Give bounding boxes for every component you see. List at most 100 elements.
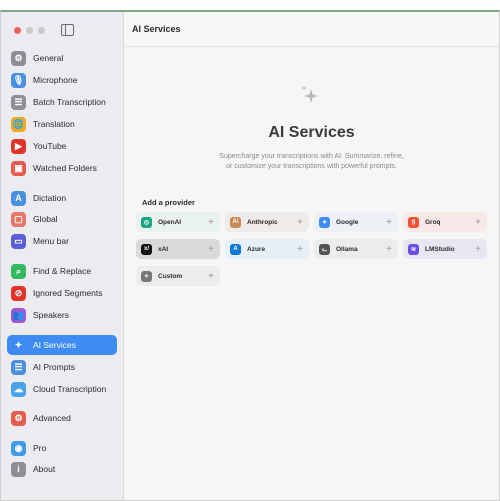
provider-label: Google bbox=[336, 218, 359, 226]
sidebar-item-dictation[interactable]: A Dictation bbox=[7, 188, 117, 208]
content-area: AI Services Supercharge your transcripti… bbox=[124, 47, 499, 500]
sidebar-item-about[interactable]: i About bbox=[7, 459, 117, 479]
gears-icon: ⚙ bbox=[11, 410, 26, 426]
sidebar-item-ai-services[interactable]: ✦ AI Services bbox=[7, 335, 117, 355]
provider-anthropic-button[interactable]: A\ Anthropic + bbox=[225, 212, 309, 232]
plus-icon[interactable]: + bbox=[475, 217, 481, 228]
youtube-icon: ▶ bbox=[11, 138, 26, 154]
sidebar-item-menu-bar[interactable]: ▭ Menu bar bbox=[7, 231, 117, 251]
sidebar-item-find-replace[interactable]: ⌕ Find & Replace bbox=[7, 261, 117, 281]
people-icon: 👥 bbox=[11, 307, 26, 323]
provider-label: LMStudio bbox=[425, 245, 455, 253]
pro-badge-icon: ◉ bbox=[11, 440, 26, 456]
sidebar-item-speakers[interactable]: 👥 Speakers bbox=[7, 305, 117, 325]
sidebar-item-label: General bbox=[33, 53, 64, 63]
sidebar-item-label: Watched Folders bbox=[33, 163, 97, 173]
plus-icon[interactable]: + bbox=[297, 244, 303, 255]
info-icon: i bbox=[11, 461, 26, 477]
sidebar-item-general[interactable]: ⚙ General bbox=[7, 48, 117, 68]
sidebar: ⚙ General 🎙 Microphone ☰ Batch Transcription 🌐… bbox=[1, 12, 124, 500]
provider-custom-button[interactable]: ✧ Custom + bbox=[136, 266, 220, 286]
provider-openai-button[interactable]: ◎ OpenAI + bbox=[136, 212, 220, 232]
minimize-window-button[interactable] bbox=[26, 27, 33, 34]
sidebar-item-label: Find & Replace bbox=[33, 266, 92, 276]
cloud-icon: ☁ bbox=[11, 381, 26, 397]
window-title: AI Services bbox=[132, 24, 181, 34]
sidebar-item-youtube[interactable]: ▶ YouTube bbox=[7, 136, 117, 156]
plus-icon[interactable]: + bbox=[208, 244, 214, 255]
sidebar-item-label: Cloud Transcription bbox=[33, 384, 107, 394]
anthropic-icon: A\ bbox=[230, 216, 241, 228]
sidebar-item-batch-transcription[interactable]: ☰ Batch Transcription bbox=[7, 92, 117, 112]
sidebar-item-label: About bbox=[33, 464, 56, 474]
plus-icon[interactable]: + bbox=[208, 217, 214, 228]
globe-icon: 🌐 bbox=[11, 116, 26, 132]
sidebar-item-label: Microphone bbox=[33, 75, 78, 85]
sparkles-icon bbox=[301, 85, 318, 103]
sidebar-item-label: Dictation bbox=[33, 193, 67, 203]
plus-icon[interactable]: + bbox=[386, 244, 392, 255]
list-icon: ☰ bbox=[11, 359, 26, 375]
plus-icon[interactable]: + bbox=[297, 217, 303, 228]
provider-azure-button[interactable]: A Azure + bbox=[225, 239, 309, 259]
close-window-button[interactable] bbox=[14, 27, 21, 34]
sidebar-item-label: Global bbox=[33, 214, 58, 224]
microphone-icon: 🎙 bbox=[11, 72, 26, 88]
sidebar-item-label: Batch Transcription bbox=[33, 97, 106, 107]
provider-label: Ollama bbox=[336, 245, 358, 253]
sidebar-item-label: Translation bbox=[33, 119, 75, 129]
toolbar: AI Services bbox=[124, 12, 499, 47]
sidebar-item-watched-folders[interactable]: ▣ Watched Folders bbox=[7, 158, 117, 178]
sidebar-item-ai-prompts[interactable]: ☰ AI Prompts bbox=[7, 357, 117, 377]
sidebar-item-pro[interactable]: ◉ Pro bbox=[7, 438, 117, 458]
add-provider-heading: Add a provider bbox=[142, 198, 195, 207]
provider-label: Groq bbox=[425, 218, 441, 226]
list-icon: ☰ bbox=[11, 94, 26, 110]
azure-icon: A bbox=[230, 243, 241, 255]
folder-icon: ▣ bbox=[11, 160, 26, 176]
provider-xai-button[interactable]: x/xAI + bbox=[136, 239, 220, 259]
page-title: AI Services bbox=[268, 124, 355, 141]
ollama-icon: ᓚ bbox=[319, 243, 330, 255]
sidebar-item-advanced[interactable]: ⚙ Advanced bbox=[7, 408, 117, 428]
sidebar-item-cloud-transcription[interactable]: ☁ Cloud Transcription bbox=[7, 379, 117, 399]
sidebar-item-ignored-segments[interactable]: ⊘ Ignored Segments bbox=[7, 283, 117, 303]
menu-bar-icon: ▭ bbox=[11, 233, 26, 249]
main-pane: AI Services AI Services Supercharge your… bbox=[124, 12, 499, 500]
sidebar-item-label: Ignored Segments bbox=[33, 288, 103, 298]
sidebar-item-label: Advanced bbox=[33, 413, 71, 423]
settings-window: ⚙ General 🎙 Microphone ☰ Batch Transcription 🌐… bbox=[0, 10, 500, 501]
provider-lmstudio-button[interactable]: ≋ LMStudio + bbox=[403, 239, 487, 259]
groq-icon: g bbox=[408, 216, 419, 228]
plus-icon[interactable]: + bbox=[386, 217, 392, 228]
plus-icon[interactable]: + bbox=[475, 244, 481, 255]
sparkles-icon: ✧ bbox=[141, 270, 152, 282]
openai-icon: ◎ bbox=[141, 216, 152, 228]
text-cursor-icon: A bbox=[11, 190, 26, 206]
provider-label: xAI bbox=[158, 245, 169, 253]
provider-google-button[interactable]: ✦ Google + bbox=[314, 212, 398, 232]
sparkles-icon: ✦ bbox=[11, 337, 26, 353]
window-icon: ▢ bbox=[11, 211, 26, 227]
plus-icon[interactable]: + bbox=[208, 271, 214, 282]
sidebar-item-translation[interactable]: 🌐 Translation bbox=[7, 114, 117, 134]
subtitle-line-2: or customize your transcriptions with po… bbox=[226, 163, 397, 170]
block-list-icon: ⊘ bbox=[11, 285, 26, 301]
gear-icon: ⚙ bbox=[11, 50, 26, 66]
provider-groq-button[interactable]: g Groq + bbox=[403, 212, 487, 232]
provider-label: Custom bbox=[158, 272, 183, 280]
provider-ollama-button[interactable]: ᓚ Ollama + bbox=[314, 239, 398, 259]
lmstudio-icon: ≋ bbox=[408, 243, 419, 255]
sidebar-item-label: AI Prompts bbox=[33, 362, 76, 372]
sidebar-toggle-icon[interactable] bbox=[61, 24, 74, 36]
sidebar-item-label: YouTube bbox=[33, 141, 67, 151]
sidebar-item-label: Menu bar bbox=[33, 236, 69, 246]
sidebar-item-global[interactable]: ▢ Global bbox=[7, 209, 117, 229]
window-controls bbox=[14, 27, 45, 34]
provider-label: Azure bbox=[247, 245, 266, 253]
provider-label: Anthropic bbox=[247, 218, 278, 226]
sidebar-item-microphone[interactable]: 🎙 Microphone bbox=[7, 70, 117, 90]
provider-label: OpenAI bbox=[158, 218, 182, 226]
sidebar-item-label: Pro bbox=[33, 443, 47, 453]
zoom-window-button[interactable] bbox=[38, 27, 45, 34]
